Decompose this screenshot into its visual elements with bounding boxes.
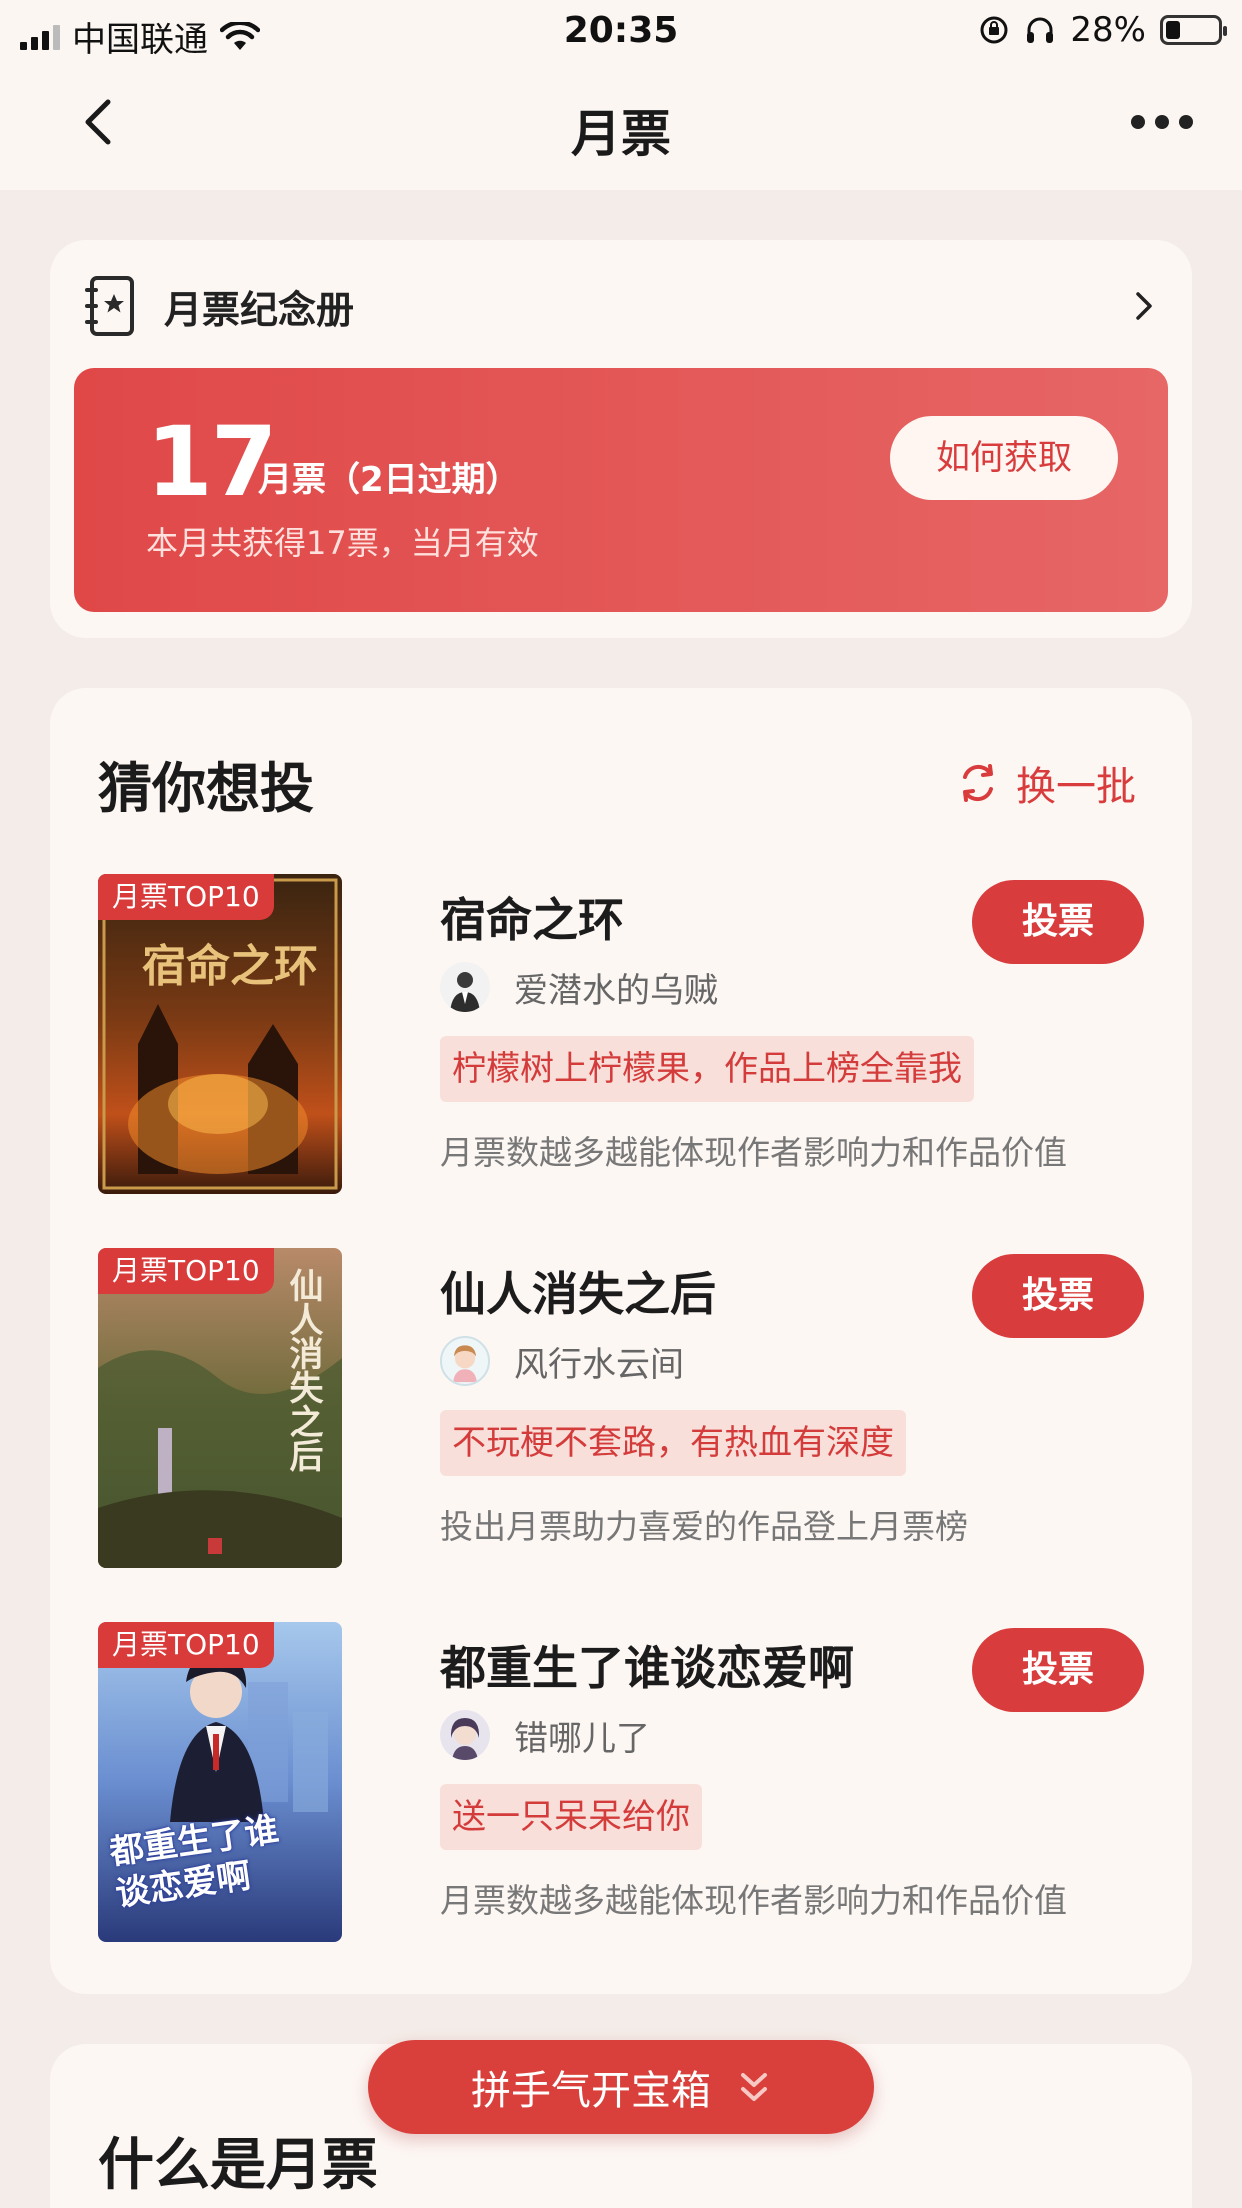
- page: 中国联通 20:35 28% 月票 月票纪念册 17 月票（2日过期） 本月共获…: [0, 0, 1242, 2208]
- ticket-subtitle: 本月共获得17票，当月有效: [146, 524, 539, 562]
- more-icon[interactable]: [1122, 102, 1202, 142]
- battery-icon: [1160, 15, 1227, 45]
- book-item[interactable]: 都重生了谁谈恋爱啊 月票TOP10 都重生了谁谈恋爱啊 错哪儿了 送一只呆呆给你…: [98, 1622, 1144, 1942]
- author-avatar: [440, 962, 490, 1012]
- book-description: 月票数越多越能体现作者影响力和作品价值: [440, 1133, 1067, 1172]
- book-cover[interactable]: 仙人消失之后 月票TOP10: [98, 1248, 342, 1568]
- author-name: 爱潜水的乌贼: [514, 970, 718, 1011]
- book-author[interactable]: 错哪儿了: [440, 1710, 650, 1760]
- double-chevron-down-icon: [741, 2073, 767, 2101]
- status-right: 28%: [978, 10, 1227, 50]
- vote-button[interactable]: 投票: [972, 1628, 1144, 1712]
- book-cover-title: 宿命之环: [142, 941, 318, 992]
- book-author[interactable]: 风行水云间: [440, 1336, 684, 1386]
- book-slogan: 不玩梗不套路，有热血有深度: [440, 1410, 906, 1476]
- how-to-get-button[interactable]: 如何获取: [890, 416, 1118, 500]
- album-book-icon: [85, 276, 134, 336]
- author-name: 错哪儿了: [514, 1718, 650, 1759]
- recommend-card: 猜你想投 换一批 宿命之环 月票TOP10 宿命之环 爱潜水的乌贼 柠檬树上柠檬…: [50, 688, 1192, 1994]
- book-slogan: 送一只呆呆给你: [440, 1784, 702, 1850]
- top10-badge: 月票TOP10: [98, 874, 274, 920]
- book-slogan: 柠檬树上柠檬果，作品上榜全靠我: [440, 1036, 974, 1102]
- author-avatar: [440, 1336, 490, 1386]
- author-avatar: [440, 1710, 490, 1760]
- book-cover[interactable]: 宿命之环 月票TOP10: [98, 874, 342, 1194]
- battery-percent: 28%: [1070, 10, 1146, 50]
- chevron-right-icon[interactable]: [1126, 288, 1162, 324]
- open-treasure-chest-button[interactable]: 拼手气开宝箱: [368, 2040, 874, 2134]
- book-title[interactable]: 仙人消失之后: [440, 1258, 716, 1324]
- album-header[interactable]: 月票纪念册: [84, 274, 354, 338]
- refresh-label: 换一批: [1016, 764, 1136, 810]
- top10-badge: 月票TOP10: [98, 1622, 274, 1668]
- vote-button[interactable]: 投票: [972, 880, 1144, 964]
- headphones-icon: [1027, 17, 1054, 43]
- book-title[interactable]: 都重生了谁谈恋爱啊: [440, 1632, 854, 1698]
- recommend-title: 猜你想投: [98, 757, 314, 820]
- nav-bar: 月票: [0, 62, 1242, 190]
- ticket-balance-banner: 17 月票（2日过期） 本月共获得17票，当月有效 如何获取: [74, 368, 1168, 612]
- book-item[interactable]: 宿命之环 月票TOP10 宿命之环 爱潜水的乌贼 柠檬树上柠檬果，作品上榜全靠我…: [98, 874, 1144, 1194]
- book-author[interactable]: 爱潜水的乌贼: [440, 962, 718, 1012]
- book-cover-art: [98, 874, 342, 1194]
- book-cover-title: 仙人消失之后: [283, 1268, 323, 1472]
- treasure-chest-label: 拼手气开宝箱: [471, 2068, 711, 2114]
- refresh-icon: [963, 764, 993, 802]
- ticket-unit: 月票（2日过期）: [258, 460, 520, 500]
- ticket-album-card: 月票纪念册 17 月票（2日过期） 本月共获得17票，当月有效 如何获取: [50, 240, 1192, 638]
- vote-button[interactable]: 投票: [972, 1254, 1144, 1338]
- author-name: 风行水云间: [514, 1344, 684, 1385]
- ticket-count: 17: [146, 406, 278, 518]
- book-title[interactable]: 宿命之环: [440, 884, 624, 950]
- book-cover[interactable]: 都重生了谁谈恋爱啊 月票TOP10: [98, 1622, 342, 1942]
- album-title: 月票纪念册: [164, 287, 355, 332]
- what-is-ticket-title: 什么是月票: [98, 2133, 378, 2198]
- page-title: 月票: [571, 105, 671, 163]
- rotation-lock-icon: [980, 16, 1008, 44]
- status-bar: 中国联通 20:35 28%: [0, 0, 1242, 62]
- refresh-button[interactable]: 换一批: [956, 754, 1136, 812]
- book-description: 投出月票助力喜爱的作品登上月票榜: [440, 1507, 968, 1546]
- book-description: 月票数越多越能体现作者影响力和作品价值: [440, 1881, 1067, 1920]
- top10-badge: 月票TOP10: [98, 1248, 274, 1294]
- book-item[interactable]: 仙人消失之后 月票TOP10 仙人消失之后 风行水云间 不玩梗不套路，有热血有深…: [98, 1248, 1144, 1568]
